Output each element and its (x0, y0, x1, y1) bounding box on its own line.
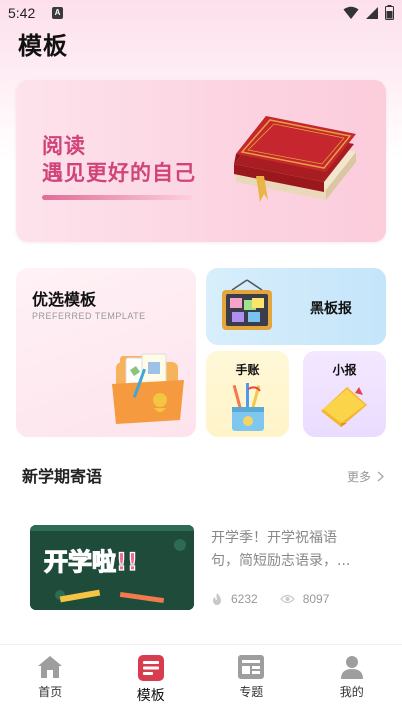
page-title: 模板 (18, 32, 68, 60)
newspaper-label: 小报 (332, 363, 357, 377)
eye-icon (279, 594, 295, 604)
banner-accent-bar (42, 195, 192, 200)
views-count: 8097 (302, 592, 330, 606)
article-description-line2: 句，简短励志语录，... (211, 553, 351, 569)
banner-title-line1: 阅读 (42, 134, 86, 158)
nav-topic-label: 专题 (239, 685, 264, 699)
more-link[interactable]: 更多 (347, 468, 384, 485)
nav-topic[interactable]: 专题 (201, 645, 302, 714)
preferred-subtitle: PREFERRED TEMPLATE (32, 311, 146, 321)
thumbnail-text: 开学啦!! (44, 548, 138, 576)
blackboard-label: 黑板报 (310, 301, 352, 317)
status-bar: 5:42 A (0, 0, 402, 28)
folder-illustration (112, 353, 184, 424)
article-card[interactable]: 开学啦!! 开学季！开学祝福语 句，简短励志语录，... 6232 8097 (30, 525, 390, 615)
battery-icon (385, 5, 394, 20)
chevron-right-icon (377, 471, 384, 482)
flame-icon (213, 593, 221, 605)
status-time: 5:42 (8, 5, 36, 21)
journal-label: 手账 (235, 363, 260, 377)
more-label: 更多 (346, 470, 371, 484)
sticky-note-icon (321, 387, 367, 427)
article-stats: 6232 8097 (211, 592, 351, 606)
blackboard-icon (222, 279, 272, 330)
nav-home-label: 首页 (38, 685, 63, 699)
newspaper-card[interactable]: 小报 (303, 351, 386, 437)
blackboard-card[interactable]: 黑板报 (206, 268, 386, 345)
template-icon (137, 655, 164, 681)
back-to-school-thumbnail-art: 开学啦!! (30, 525, 194, 610)
signal-icon (366, 6, 378, 19)
likes-count: 6232 (231, 592, 258, 606)
banner-title-line2: 遇见更好的自己 (42, 161, 196, 185)
pencil-cup-icon (232, 383, 264, 431)
nav-home[interactable]: 首页 (0, 645, 101, 714)
wifi-icon (343, 6, 359, 19)
likes-stat: 6232 (211, 592, 258, 606)
journal-card[interactable]: 手账 (206, 351, 289, 437)
red-book-illustration (234, 116, 356, 202)
reading-banner[interactable]: 阅读 遇见更好的自己 (16, 80, 386, 242)
views-stat: 8097 (279, 592, 330, 606)
home-icon (38, 656, 63, 678)
preferred-templates-card[interactable]: 优选模板 PREFERRED TEMPLATE (16, 268, 196, 437)
article-description-line1: 开学季！开学祝福语 (211, 530, 337, 546)
notification-icon: A (52, 7, 63, 19)
status-icons (343, 5, 394, 20)
article-thumbnail[interactable]: 开学啦!! (30, 525, 194, 610)
nav-profile-label: 我的 (339, 685, 364, 699)
topic-icon (238, 655, 265, 679)
profile-icon (340, 656, 363, 679)
nav-template[interactable]: 模板 (101, 645, 202, 714)
preferred-title: 优选模板 (32, 290, 97, 309)
section-title: 新学期寄语 (22, 467, 103, 486)
nav-profile[interactable]: 我的 (302, 645, 402, 714)
nav-template-label: 模板 (136, 688, 165, 704)
bottom-navigation: 首页 模板 专题 我的 (0, 644, 402, 714)
article-description: 开学季！开学祝福语 句，简短励志语录，... (211, 527, 371, 573)
